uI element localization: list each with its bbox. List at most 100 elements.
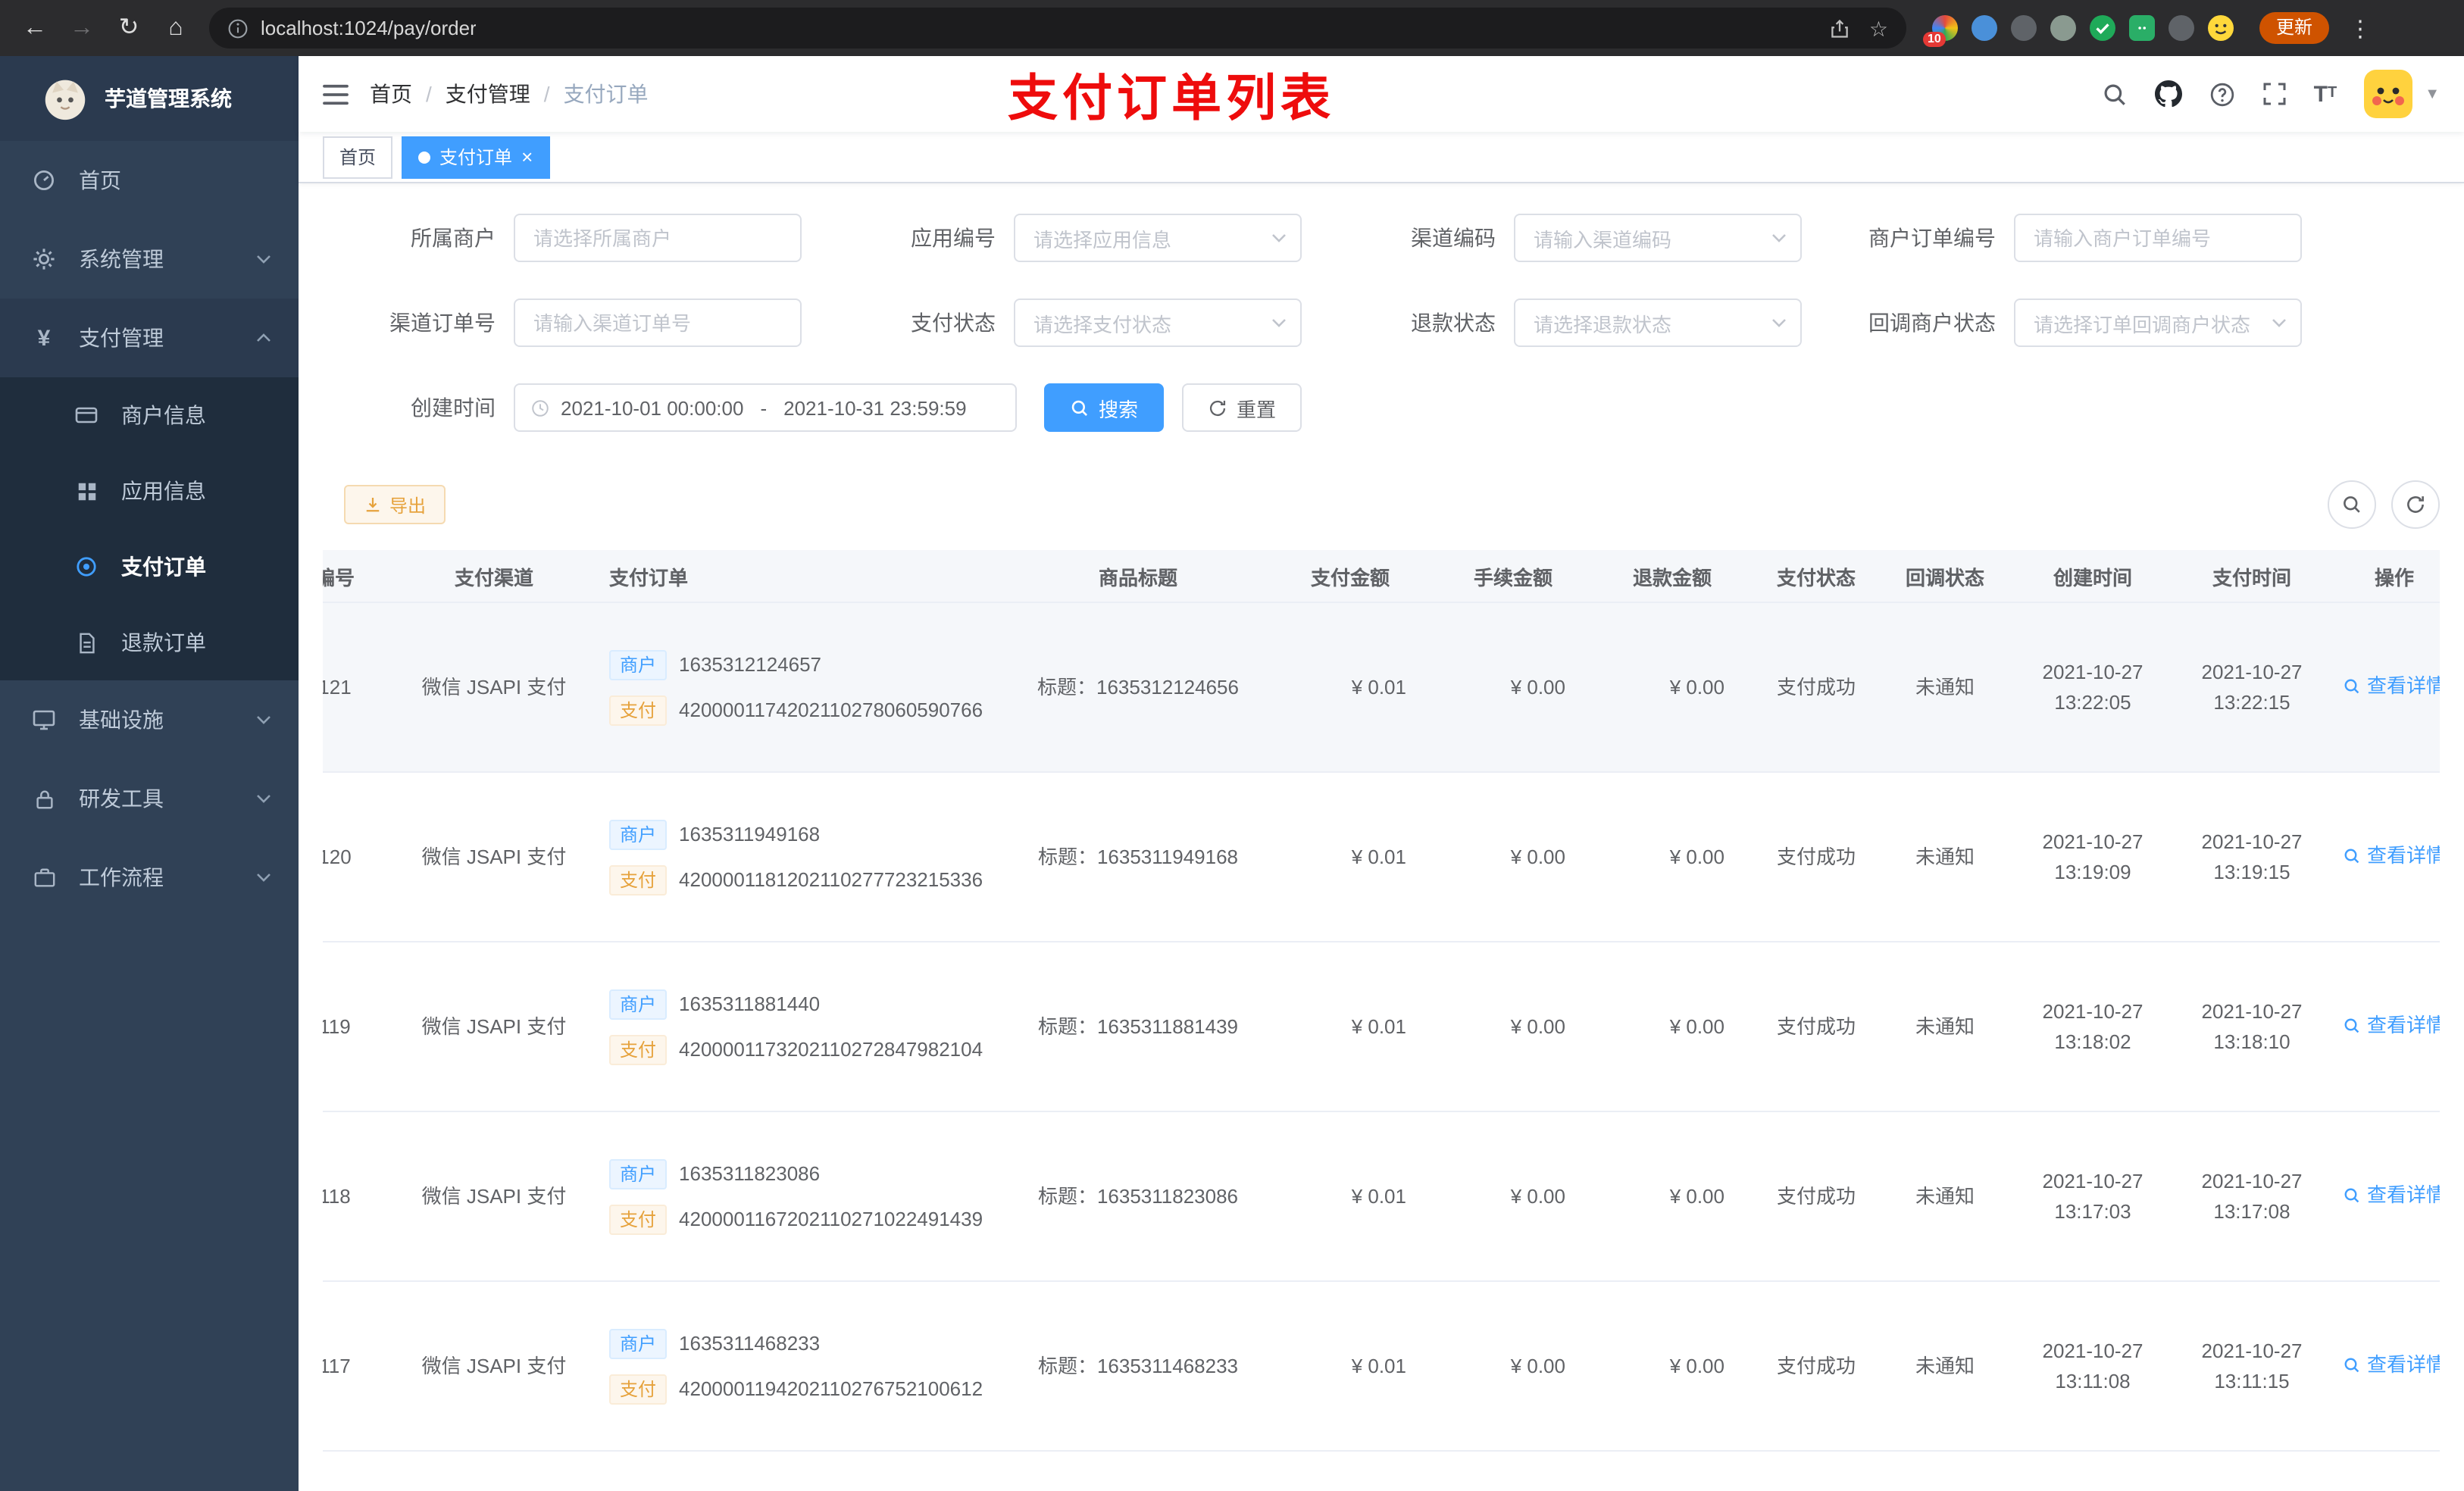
channel-order-no-input[interactable] [514,299,802,347]
reset-button[interactable]: 重置 [1182,383,1302,432]
sidebar-item-pay-order[interactable]: 支付订单 [0,529,299,605]
view-detail-link[interactable]: 查看详情 [2343,1180,2440,1210]
owner-merchant-input[interactable] [514,214,802,262]
forward-icon[interactable]: → [68,15,95,40]
create-time-range-picker[interactable]: 2021-10-01 00:00:00 - 2021-10-31 23:59:5… [514,383,1017,432]
breadcrumb-home[interactable]: 首页 [370,79,412,109]
logo-avatar [42,76,88,121]
extension-check-icon[interactable] [2090,15,2115,41]
pay-tag: 支付 [609,864,668,895]
callback-status-select[interactable]: 请选择订单回调商户状态 [2014,299,2302,347]
sidebar-item-dev-tools[interactable]: 研发工具 [0,759,299,838]
export-button[interactable]: 导出 [344,485,446,524]
pay-tag: 支付 [609,695,668,725]
search-icon[interactable] [2102,81,2128,107]
share-icon[interactable] [1830,17,1851,39]
browser-update-button[interactable]: 更新 [2259,12,2330,44]
search-button[interactable]: 搜索 [1044,383,1165,432]
filter-label-pay-status: 支付状态 [911,311,996,335]
toggle-search-button[interactable] [2328,480,2376,529]
merchant-order-no-input[interactable] [2014,214,2302,262]
extension-gray-icon[interactable] [2011,15,2037,41]
pay-tag: 支付 [609,1034,668,1064]
sidebar-item-system[interactable]: 系统管理 [0,220,299,299]
sidebar-item-workflow[interactable]: 工作流程 [0,838,299,917]
extension-sage-icon[interactable] [2050,15,2076,41]
view-detail-link[interactable]: 查看详情 [2343,840,2440,871]
browser-menu-icon[interactable]: ⋮ [2349,14,2372,42]
active-dot [418,151,431,163]
font-size-icon[interactable]: TT [2314,83,2337,105]
chevron-down-icon [1271,233,1287,242]
channel-code-select[interactable]: 请输入渠道编码 [1514,214,1802,262]
app-logo[interactable]: 芋道管理系统 [0,56,299,141]
reload-icon[interactable]: ↻ [115,15,142,40]
view-detail-link[interactable]: 查看详情 [2343,670,2440,701]
url-text: localhost:1024/pay/order [261,17,477,39]
pay-status-select[interactable]: 请选择支付状态 [1014,299,1302,347]
site-info-icon[interactable] [227,17,249,39]
home-icon[interactable]: ⌂ [162,15,189,40]
sidebar-item-merchant-info[interactable]: 商户信息 [0,377,299,453]
table-row[interactable]: 商户1635311951726 [323,1451,2440,1491]
sidebar-item-refund-order[interactable]: 退款订单 [0,605,299,680]
target-icon [73,555,100,579]
gear-icon [30,247,58,271]
app-no-select[interactable]: 请选择应用信息 [1014,214,1302,262]
filter-label-refund-status: 退款状态 [1411,311,1496,335]
grid-icon [73,480,100,502]
bookmark-star-icon[interactable]: ☆ [1869,17,1888,39]
close-icon[interactable]: × [521,147,533,167]
view-detail-link[interactable]: 查看详情 [2343,1349,2440,1380]
screen: ← → ↻ ⌂ localhost:1024/pay/order ☆ 10 更新… [0,0,2464,1491]
table-row[interactable]: 118 微信 JSAPI 支付 商户1635311823086 支付420000… [323,1111,2440,1282]
refresh-table-button[interactable] [2391,480,2440,529]
sidebar-item-app-info[interactable]: 应用信息 [0,453,299,529]
table-row[interactable]: 117 微信 JSAPI 支付 商户1635311468233 支付420000… [323,1281,2440,1452]
breadcrumb-current: 支付订单 [563,82,649,106]
filter-label-merchant-order-no: 商户订单编号 [1868,226,1996,250]
tags-view: 首页 支付订单 × [299,132,2464,183]
yen-icon: ¥ [37,325,51,351]
merchant-tag: 商户 [609,1328,668,1358]
table-header: 编号 支付渠道 支付订单 商品标题 支付金额 手续金额 退款金额 支付状态 回调… [323,550,2440,603]
refund-status-select[interactable]: 请选择退款状态 [1514,299,1802,347]
help-icon[interactable] [2209,81,2235,107]
user-menu[interactable]: ▼ [2364,70,2440,118]
table-row[interactable]: 121 微信 JSAPI 支付 商户1635312124657 支付420000… [323,602,2440,773]
chevron-down-icon [1771,318,1787,327]
filter-label-owner-merchant: 所属商户 [411,226,496,250]
page-content: 所属商户 应用编号 请选择应用信息 渠道编码 请输入渠道编码 [299,183,2464,1491]
payment-submenu: 商户信息 应用信息 支付订单 退款订单 [0,377,299,680]
extension-badge: 10 [1923,32,1946,47]
address-bar[interactable]: localhost:1024/pay/order ☆ [209,8,1906,48]
fullscreen-icon[interactable] [2262,82,2287,106]
browser-toolbar: ← → ↻ ⌂ localhost:1024/pay/order ☆ 10 更新… [0,0,2464,56]
breadcrumb-payment[interactable]: 支付管理 [446,79,530,109]
github-icon[interactable] [2154,80,2182,108]
extension-colorwheel-icon[interactable]: 10 [1923,15,1958,47]
avatar [2364,70,2413,118]
view-detail-link[interactable]: 查看详情 [2343,1010,2440,1040]
profile-smiley-icon[interactable] [2208,15,2234,41]
chevron-down-icon [2272,318,2287,327]
table-row[interactable]: 119 微信 JSAPI 支付 商户1635311881440 支付420000… [323,942,2440,1112]
tab-home[interactable]: 首页 [323,136,393,178]
sidebar-item-home[interactable]: 首页 [0,141,299,220]
sidebar-item-infra[interactable]: 基础设施 [0,680,299,759]
extension-blue-icon[interactable] [1972,15,1997,41]
sidebar-toggle-icon[interactable] [323,83,349,105]
merchant-tag: 商户 [609,989,668,1019]
merchant-tag: 商户 [609,1158,668,1189]
app-title: 芋道管理系统 [105,86,232,111]
order-table: 编号 支付渠道 支付订单 商品标题 支付金额 手续金额 退款金额 支付状态 回调… [323,550,2440,1491]
table-row[interactable]: 120 微信 JSAPI 支付 商户1635311949168 支付420000… [323,772,2440,942]
sidebar-item-payment[interactable]: ¥ 支付管理 [0,299,299,377]
extension-chat-icon[interactable] [2129,15,2155,41]
tab-pay-order[interactable]: 支付订单 × [402,136,550,178]
back-icon[interactable]: ← [21,15,48,40]
filter-label-create-time: 创建时间 [411,395,496,420]
extension-pin-icon[interactable] [2169,15,2194,41]
chevron-down-icon [256,715,271,724]
pay-tag: 支付 [609,1374,668,1404]
